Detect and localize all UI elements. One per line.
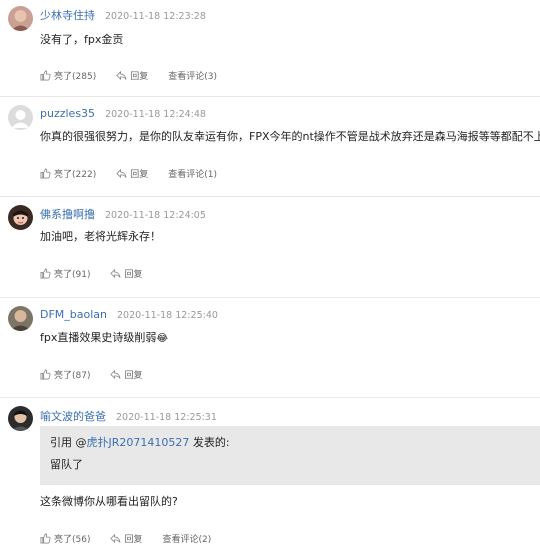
like-button[interactable]: 亮了(87) <box>40 368 90 381</box>
reply-icon <box>116 168 127 179</box>
author-name[interactable]: puzzles35 <box>40 107 95 120</box>
comment-actions: 亮了(285) 回复 查看评论(3) <box>40 69 237 82</box>
quote-header: 引用 @虎扑JR2071410527 发表的: <box>50 432 530 454</box>
quote-suffix: 发表的: <box>189 436 230 449</box>
like-button[interactable]: 亮了(56) <box>40 532 90 545</box>
comment-item: 少林寺住持 2020-11-18 12:23:28 没有了，fpx金贡 亮了(28… <box>0 0 540 97</box>
quote-text: 留队了 <box>50 458 83 471</box>
laugh-cry-emoji: 😂 <box>156 333 169 344</box>
reply-label: 回复 <box>124 270 143 280</box>
comment-time: 2020-11-18 12:25:40 <box>117 310 218 321</box>
author-name[interactable]: DFM_baolan <box>40 308 107 321</box>
reply-label: 回复 <box>124 371 143 381</box>
like-button[interactable]: 亮了(91) <box>40 267 90 280</box>
author-name[interactable]: 佛系撸啊撸 <box>40 208 95 221</box>
comment-item: 喻文波的爸爸 2020-11-18 12:25:31 引用 @虎扑JR207141… <box>0 398 540 550</box>
comment-time: 2020-11-18 12:24:05 <box>105 210 206 221</box>
avatar[interactable] <box>8 306 33 331</box>
comment-item: puzzles35 2020-11-18 12:24:48 你真的很强很努力，是你… <box>0 97 540 197</box>
comment-author-row: 佛系撸啊撸 2020-11-18 12:24:05 <box>40 206 206 222</box>
comment-author-row: puzzles35 2020-11-18 12:24:48 <box>40 107 206 120</box>
reply-button[interactable]: 回复 <box>110 368 143 381</box>
thumbs-up-icon <box>40 168 51 179</box>
like-count: 亮了(285) <box>54 72 97 82</box>
avatar[interactable] <box>8 406 33 431</box>
reply-button[interactable]: 回复 <box>110 267 143 280</box>
view-comments-link[interactable]: 查看评论(2) <box>163 532 212 545</box>
comment-time: 2020-11-18 12:23:28 <box>105 11 206 22</box>
comment-text: 你真的很强很努力，是你的队友幸运有你，FPX今年的nt操作不管是战术放弃还是森马… <box>40 130 540 143</box>
reply-icon <box>110 533 121 544</box>
quote-prefix: 引用 @ <box>50 436 87 449</box>
reply-icon <box>116 70 127 81</box>
comment-item: 佛系撸啊撸 2020-11-18 12:24:05 加油吧，老将光辉永存！ 亮了(… <box>0 197 540 298</box>
thumbs-up-icon <box>40 533 51 544</box>
view-comments-link[interactable]: 查看评论(3) <box>168 69 217 82</box>
comment-item: DFM_baolan 2020-11-18 12:25:40 fpx直播效果史诗级… <box>0 298 540 398</box>
comment-text: 这条微博你从哪看出留队的? <box>40 495 178 508</box>
comment-author-row: 少林寺住持 2020-11-18 12:23:28 <box>40 7 206 23</box>
avatar[interactable] <box>8 205 33 230</box>
reply-button[interactable]: 回复 <box>110 532 143 545</box>
reply-label: 回复 <box>130 72 149 82</box>
avatar[interactable] <box>8 105 33 130</box>
comment-time: 2020-11-18 12:24:48 <box>105 109 206 120</box>
avatar[interactable] <box>8 6 33 31</box>
comment-text: fpx直播效果史诗级削弱😂 <box>40 329 528 345</box>
thumbs-up-icon <box>40 369 51 380</box>
like-count: 亮了(87) <box>54 371 91 381</box>
comment-time: 2020-11-18 12:25:31 <box>116 412 217 423</box>
comment-actions: 亮了(91) 回复 <box>40 267 163 280</box>
like-count: 亮了(91) <box>54 270 91 280</box>
quoted-user-link[interactable]: 虎扑JR2071410527 <box>87 436 190 449</box>
author-name[interactable]: 少林寺住持 <box>40 9 95 22</box>
comment-text: 加油吧，老将光辉永存！ <box>40 230 161 243</box>
like-button[interactable]: 亮了(222) <box>40 167 96 180</box>
reply-icon <box>110 268 121 279</box>
quote-block: 引用 @虎扑JR2071410527 发表的: 留队了 <box>40 426 540 485</box>
reply-icon <box>110 369 121 380</box>
reply-button[interactable]: 回复 <box>116 167 148 180</box>
comment-actions: 亮了(222) 回复 查看评论(1) <box>40 167 237 180</box>
comment-author-row: DFM_baolan 2020-11-18 12:25:40 <box>40 308 218 321</box>
comment-actions: 亮了(87) 回复 <box>40 368 163 381</box>
comment-text-body: fpx直播效果史诗级削弱 <box>40 331 157 344</box>
reply-button[interactable]: 回复 <box>116 69 148 82</box>
like-count: 亮了(222) <box>54 170 97 180</box>
reply-label: 回复 <box>130 170 149 180</box>
like-button[interactable]: 亮了(285) <box>40 69 96 82</box>
author-name[interactable]: 喻文波的爸爸 <box>40 410 106 423</box>
view-comments-link[interactable]: 查看评论(1) <box>168 167 217 180</box>
comment-actions: 亮了(56) 回复 查看评论(2) <box>40 532 231 545</box>
like-count: 亮了(56) <box>54 535 91 545</box>
thumbs-up-icon <box>40 268 51 279</box>
comment-author-row: 喻文波的爸爸 2020-11-18 12:25:31 <box>40 408 217 424</box>
comment-text: 没有了，fpx金贡 <box>40 33 124 46</box>
reply-label: 回复 <box>124 535 143 545</box>
thumbs-up-icon <box>40 70 51 81</box>
